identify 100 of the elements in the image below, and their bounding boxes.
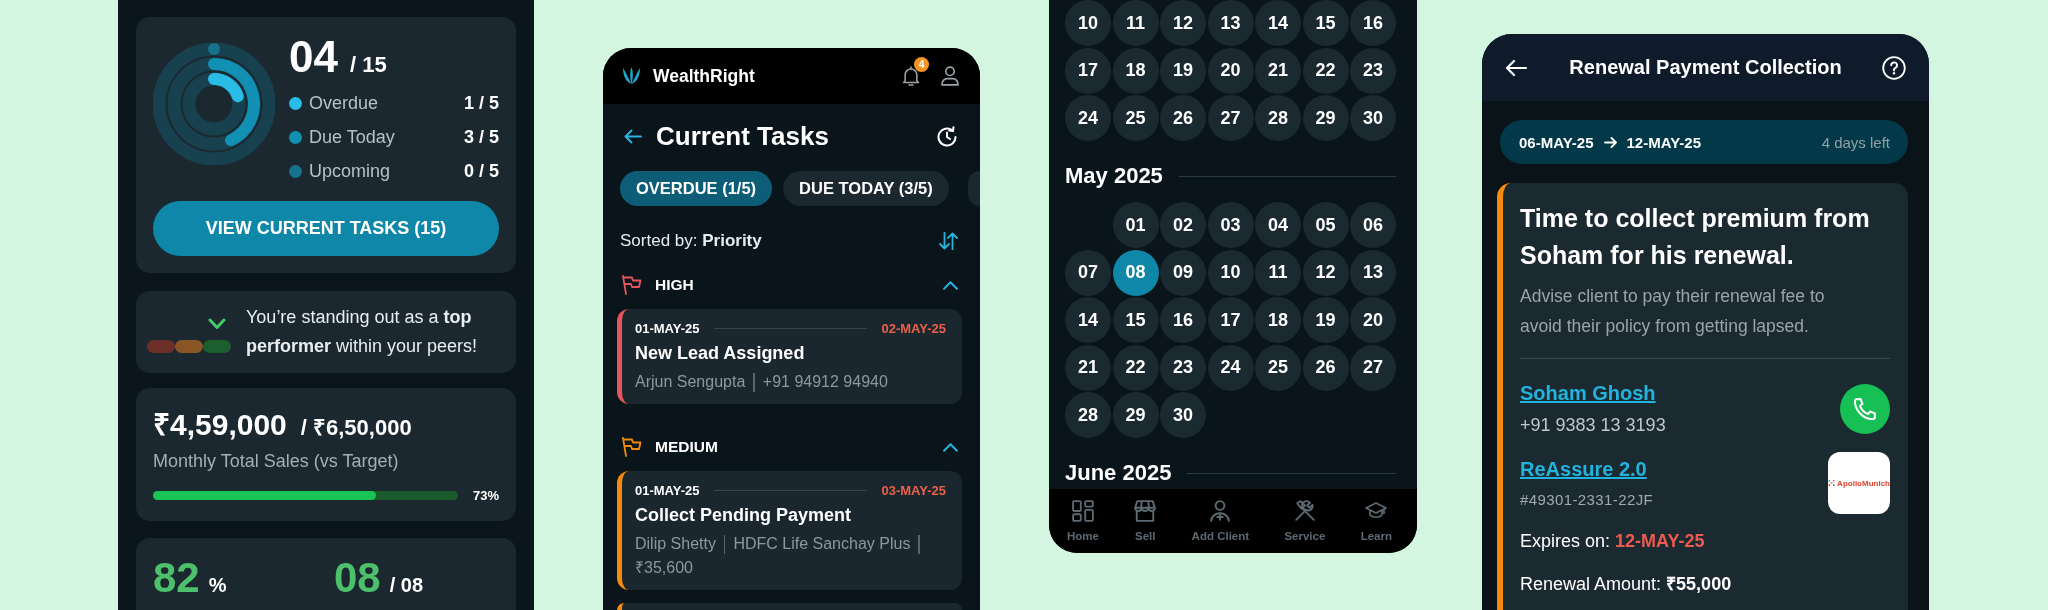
bell-icon[interactable] xyxy=(902,66,920,86)
task-card[interactable]: 01-MAY-25 03-MAY-25 Collect Pending Payment Dilip Shetty HDFC Life Sanchay Plus ₹35,600 xyxy=(617,471,962,590)
calendar-day[interactable]: 01 xyxy=(1112,202,1159,248)
legend-label: Due Today xyxy=(309,126,395,148)
calendar-day[interactable]: 30 xyxy=(1160,392,1206,438)
calendar-day[interactable]: 24 xyxy=(1207,344,1254,391)
priority-label: HIGH xyxy=(655,276,694,294)
calendar-day[interactable]: 30 xyxy=(1350,95,1396,141)
calendar-day[interactable]: 26 xyxy=(1302,344,1349,391)
filter-tab[interactable]: OVERDUE (1/5) xyxy=(620,171,773,206)
calendar-day[interactable]: 16 xyxy=(1160,297,1206,343)
calendar-day[interactable]: 10 xyxy=(1065,0,1111,46)
calendar-day[interactable]: 26 xyxy=(1160,95,1206,141)
calendar-day[interactable]: 13 xyxy=(1350,249,1396,296)
performance-message: You’re standing out as a top performer within your peers! xyxy=(246,306,479,358)
task-card[interactable]: 01-MAY-25 02-MAY-25 New Lead Assigned Arjun Sengupta +91 94912 94940 xyxy=(617,309,962,404)
legend-value: 3 / 5 xyxy=(463,126,499,148)
calendar-day[interactable]: 15 xyxy=(1302,0,1349,46)
calendar-day[interactable]: 25 xyxy=(1255,344,1301,391)
calendar-day[interactable]: 25 xyxy=(1112,95,1159,141)
calendar-day[interactable]: 04 xyxy=(1255,202,1301,248)
calendar-day[interactable]: 09 xyxy=(1160,249,1206,296)
nav-item[interactable]: Home xyxy=(1067,489,1099,543)
calendar-day[interactable]: 21 xyxy=(1255,47,1301,94)
calendar-day[interactable]: 22 xyxy=(1112,344,1159,391)
sort-label: Sorted by: Priority xyxy=(620,231,762,251)
calendar-day[interactable]: 20 xyxy=(1350,297,1396,343)
calendar-day[interactable]: 22 xyxy=(1302,47,1349,94)
policy-name-link[interactable]: ReAssure 2.0 xyxy=(1520,455,1647,483)
calendar-day[interactable]: 11 xyxy=(1112,0,1159,46)
month-title: June 2025 xyxy=(1065,460,1172,486)
help-icon[interactable] xyxy=(1882,55,1906,80)
stat-value: 82 xyxy=(153,554,200,602)
stat-value: 08 xyxy=(334,554,381,602)
call-button[interactable] xyxy=(1840,383,1890,434)
chevron-icon[interactable] xyxy=(943,442,958,452)
calendar-day[interactable]: 06 xyxy=(1350,202,1396,248)
calendar-day[interactable]: 29 xyxy=(1112,392,1159,438)
calendar-day[interactable]: 23 xyxy=(1160,344,1206,391)
nav-item[interactable]: Service xyxy=(1284,489,1326,543)
calendar-day[interactable]: 17 xyxy=(1065,47,1111,94)
calendar-day[interactable]: 20 xyxy=(1207,47,1254,94)
expiry-label: Expires on: xyxy=(1520,530,1611,553)
sales-caption: Monthly Total Sales (vs Target) xyxy=(153,450,400,473)
client-phone: +91 9383 13 3193 xyxy=(1520,414,1666,437)
calendar-day[interactable]: 13 xyxy=(1207,0,1254,46)
arrow-right-icon xyxy=(1603,136,1617,148)
calendar-day[interactable]: 05 xyxy=(1302,202,1349,248)
nav-item[interactable]: Add Client xyxy=(1191,489,1250,543)
calendar-day[interactable]: 08 xyxy=(1112,249,1159,296)
calendar-day[interactable]: 27 xyxy=(1350,344,1396,391)
task-detail: Dilip Shetty xyxy=(635,534,716,554)
calendar-day[interactable]: 10 xyxy=(1207,249,1254,296)
phone-icon xyxy=(1854,397,1876,420)
history-icon[interactable] xyxy=(937,125,958,147)
calendar-day[interactable]: 27 xyxy=(1207,95,1254,141)
dashboard-icon xyxy=(1071,500,1094,522)
nav-item[interactable]: Sell xyxy=(1134,489,1157,543)
calendar-day[interactable]: 19 xyxy=(1160,47,1206,94)
calendar-day[interactable]: 02 xyxy=(1160,202,1206,248)
calendar-day[interactable]: 14 xyxy=(1255,0,1301,46)
calendar-day[interactable]: 12 xyxy=(1302,249,1349,296)
leaf-logo-icon xyxy=(622,67,641,85)
calendar-day[interactable]: 17 xyxy=(1207,297,1254,343)
policy-number: #49301-2331-22JF xyxy=(1520,490,1654,510)
calendar-day[interactable]: 12 xyxy=(1160,0,1206,46)
calendar-day[interactable]: 14 xyxy=(1065,297,1111,343)
calendar-day[interactable]: 19 xyxy=(1302,297,1349,343)
calendar-day[interactable]: 29 xyxy=(1302,95,1349,141)
calendar-day[interactable]: 23 xyxy=(1350,47,1396,94)
calendar-day[interactable]: 21 xyxy=(1065,344,1111,391)
task-detail: HDFC Life Sanchay Plus xyxy=(733,534,911,554)
filter-tab[interactable]: DUE TODAY (3/5) xyxy=(783,171,949,206)
task-detail: ₹35,600 xyxy=(635,558,693,578)
calendar-day[interactable]: 16 xyxy=(1350,0,1396,46)
check-icon xyxy=(208,318,226,329)
nav-item[interactable]: Learn xyxy=(1360,489,1392,543)
calendar-day[interactable]: 24 xyxy=(1065,95,1111,141)
task-detail: Arjun Sengupta xyxy=(635,372,746,392)
task-title: New Lead Assigned xyxy=(635,342,806,364)
calendar-day[interactable]: 28 xyxy=(1255,95,1301,141)
calendar-day[interactable]: 28 xyxy=(1065,392,1111,438)
profile-icon[interactable] xyxy=(940,66,960,86)
app-name: WealthRight xyxy=(653,65,755,87)
chevron-icon[interactable] xyxy=(943,280,958,290)
client-name-link[interactable]: Soham Ghosh xyxy=(1520,379,1656,407)
stat-unit: % xyxy=(208,573,227,598)
calendar-day[interactable]: 18 xyxy=(1112,47,1159,94)
completed-count: 04 xyxy=(289,35,338,79)
calendar-day[interactable]: 07 xyxy=(1065,249,1111,296)
calendar-day[interactable]: 18 xyxy=(1255,297,1301,343)
back-arrow-icon[interactable] xyxy=(624,128,642,144)
calendar-day[interactable]: 11 xyxy=(1255,249,1301,296)
calendar-day[interactable]: 03 xyxy=(1207,202,1254,248)
stat-unit: / 08 xyxy=(389,573,424,598)
view-tasks-button[interactable]: VIEW CURRENT TASKS (15) xyxy=(153,201,499,256)
total-count: / 15 xyxy=(349,51,387,79)
sort-icon[interactable] xyxy=(939,232,958,250)
calendar-day[interactable]: 15 xyxy=(1112,297,1159,343)
sales-target: / ₹6,50,000 xyxy=(300,414,412,442)
